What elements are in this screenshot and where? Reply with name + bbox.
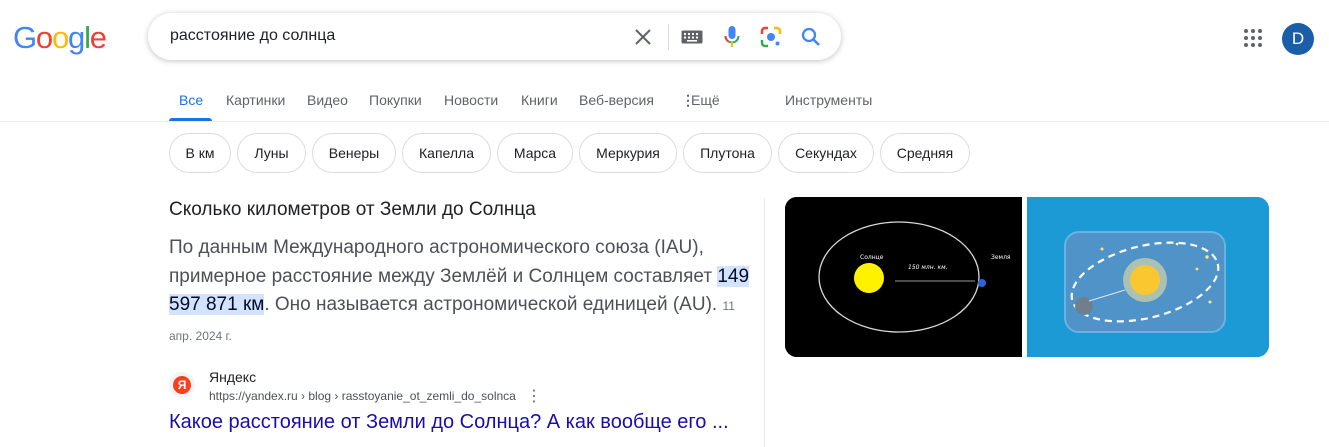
tab-news[interactable]: Новости xyxy=(444,92,498,108)
chip-venus[interactable]: Венеры xyxy=(312,133,396,173)
keyboard-icon[interactable] xyxy=(679,24,705,50)
lens-icon[interactable] xyxy=(758,24,784,50)
chip-seconds[interactable]: Секундах xyxy=(778,133,874,173)
tab-shopping[interactable]: Покупки xyxy=(369,92,422,108)
apps-grid-icon[interactable] xyxy=(1241,26,1265,50)
tab-more[interactable]: ⋮Ещё xyxy=(681,92,720,109)
clear-icon[interactable] xyxy=(630,24,656,50)
search-input[interactable]: расстояние до солнца xyxy=(170,27,335,45)
logo-letter: o xyxy=(35,20,53,55)
favicon-letter: Я xyxy=(173,376,191,394)
google-logo[interactable]: Google xyxy=(13,20,107,56)
featured-snippet-text: По данным Международного астрономическог… xyxy=(169,234,759,350)
earth-label: Земля xyxy=(991,254,1011,261)
tab-more-label: Ещё xyxy=(691,92,720,108)
tab-tools[interactable]: Инструменты xyxy=(785,92,872,108)
chip-average[interactable]: Средняя xyxy=(880,133,970,173)
column-divider xyxy=(764,198,765,447)
logo-letter: o xyxy=(51,20,69,55)
distance-label: 150 млн. км. xyxy=(908,264,948,271)
result-title-link[interactable]: Какое расстояние от Земли до Солнца? А к… xyxy=(169,411,729,434)
logo-letter: G xyxy=(13,20,37,55)
chip-mars[interactable]: Марса xyxy=(497,133,573,173)
more-vert-icon: ⋮ xyxy=(681,92,695,108)
tab-all[interactable]: Все xyxy=(179,92,203,108)
tab-videos[interactable]: Видео xyxy=(307,92,348,108)
source-name: Яндекс xyxy=(209,369,257,385)
logo-letter: g xyxy=(68,20,85,55)
tab-web[interactable]: Веб-версия xyxy=(579,92,654,108)
logo-letter: e xyxy=(89,20,107,55)
snippet-text-before: По данным Международного астрономическог… xyxy=(169,237,718,287)
search-divider xyxy=(668,24,669,50)
chip-mercury[interactable]: Меркурия xyxy=(579,133,677,173)
tab-books[interactable]: Книги xyxy=(521,92,558,108)
chip-capella[interactable]: Капелла xyxy=(402,133,491,173)
search-tabs: Все Картинки Видео Покупки Новости Книги… xyxy=(0,80,1329,122)
snippet-text-after: . Оно называется астрономической единице… xyxy=(264,294,718,315)
microphone-icon[interactable] xyxy=(719,24,745,50)
sun-earth-orbit-image[interactable]: Солнце 150 млн. км. Земля xyxy=(785,197,1022,357)
featured-snippet-heading: Сколько километров от Земли до Солнца xyxy=(169,199,536,220)
more-vert-icon[interactable]: ⋮ xyxy=(526,386,542,406)
chip-pluto[interactable]: Плутона xyxy=(683,133,772,173)
solar-system-illustration[interactable] xyxy=(1027,197,1269,357)
tab-images[interactable]: Картинки xyxy=(226,92,285,108)
search-icon[interactable] xyxy=(798,24,824,50)
search-box[interactable]: расстояние до солнца xyxy=(148,13,841,60)
source-url: https://yandex.ru › blog › rasstoyanie_o… xyxy=(209,389,516,403)
sun-label: Солнце xyxy=(860,254,884,261)
account-avatar[interactable]: D xyxy=(1282,23,1314,55)
active-tab-indicator xyxy=(169,118,212,121)
yandex-favicon: Я xyxy=(169,372,195,398)
chip-moon[interactable]: Луны xyxy=(237,133,306,173)
chip-km[interactable]: В км xyxy=(169,133,231,173)
